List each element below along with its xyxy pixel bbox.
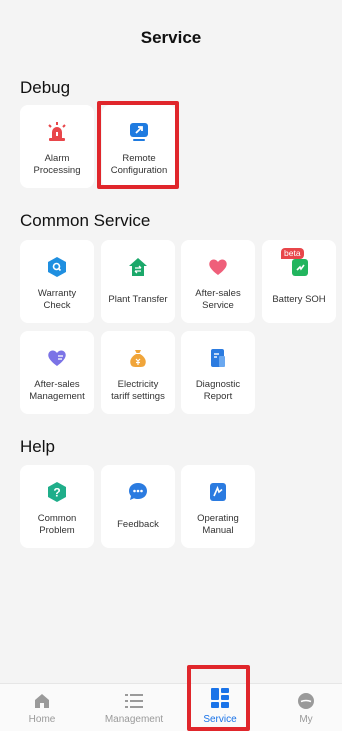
question-icon: ?	[44, 479, 70, 505]
service-item-label: Battery SOH	[272, 293, 326, 305]
section-title-help: Help	[20, 437, 55, 456]
svg-text:?: ?	[53, 486, 60, 500]
tab-home[interactable]: Home	[14, 684, 70, 731]
service-item-common-problem[interactable]: ? Common Problem	[20, 465, 94, 548]
remote-monitor-icon	[126, 119, 152, 145]
service-item-label: After-sales Service	[195, 287, 241, 311]
service-item-label: Feedback	[117, 518, 159, 530]
service-item-feedback[interactable]: Feedback	[101, 465, 175, 548]
service-item-label: Diagnostic Report	[195, 378, 241, 402]
service-item-label: Operating Manual	[197, 512, 239, 536]
tab-label: My	[299, 714, 313, 725]
service-item-after-sales-service[interactable]: After-sales Service	[181, 240, 255, 323]
tab-my[interactable]: My	[278, 684, 334, 731]
service-item-electricity-tariff-settings[interactable]: Electricity tariff settings	[101, 331, 175, 414]
service-item-label: Electricity tariff settings	[111, 378, 165, 402]
manual-book-icon	[205, 479, 231, 505]
beta-badge: beta	[281, 248, 304, 259]
service-item-warranty-check[interactable]: Warranty Check	[20, 240, 94, 323]
page-header: Service	[0, 0, 342, 76]
tab-label: Home	[28, 714, 56, 725]
page-title: Service	[140, 28, 202, 47]
warranty-shield-icon	[44, 254, 70, 280]
service-item-label: After-sales Management	[29, 378, 85, 402]
bottom-tab-bar: Home Management Service My	[0, 683, 342, 731]
service-item-operating-manual[interactable]: Operating Manual	[181, 465, 255, 548]
chat-bubble-icon	[125, 479, 151, 505]
profile-icon	[297, 691, 315, 711]
battery-soh-icon: beta	[281, 248, 312, 280]
tab-label: Management	[104, 714, 164, 725]
service-item-alarm-processing[interactable]: Alarm Processing	[20, 105, 94, 188]
list-icon	[124, 691, 144, 711]
home-icon	[33, 691, 51, 711]
plant-transfer-icon	[125, 254, 151, 280]
report-document-icon	[205, 345, 231, 371]
tab-management[interactable]: Management	[98, 684, 170, 731]
alarm-siren-icon	[44, 119, 70, 145]
service-item-after-sales-management[interactable]: After-sales Management	[20, 331, 94, 414]
service-item-label: Common Problem	[37, 512, 77, 536]
tab-label: Service	[203, 714, 237, 725]
heart-list-icon	[44, 345, 70, 371]
service-item-label: Remote Configuration	[110, 152, 168, 176]
service-item-remote-configuration[interactable]: Remote Configuration	[102, 105, 176, 188]
service-item-diagnostic-report[interactable]: Diagnostic Report	[181, 331, 255, 414]
service-item-battery-soh[interactable]: beta Battery SOH	[262, 240, 336, 323]
section-title-common-service: Common Service	[20, 211, 151, 230]
money-bag-icon	[125, 345, 151, 371]
heart-icon	[205, 254, 231, 280]
service-item-label: Plant Transfer	[108, 293, 168, 305]
section-title-debug: Debug	[20, 78, 71, 97]
service-grid-icon	[210, 684, 230, 711]
service-item-plant-transfer[interactable]: Plant Transfer	[101, 240, 175, 323]
service-item-label: Warranty Check	[37, 287, 77, 311]
service-item-label: Alarm Processing	[33, 152, 81, 176]
tab-service[interactable]: Service	[192, 684, 248, 731]
